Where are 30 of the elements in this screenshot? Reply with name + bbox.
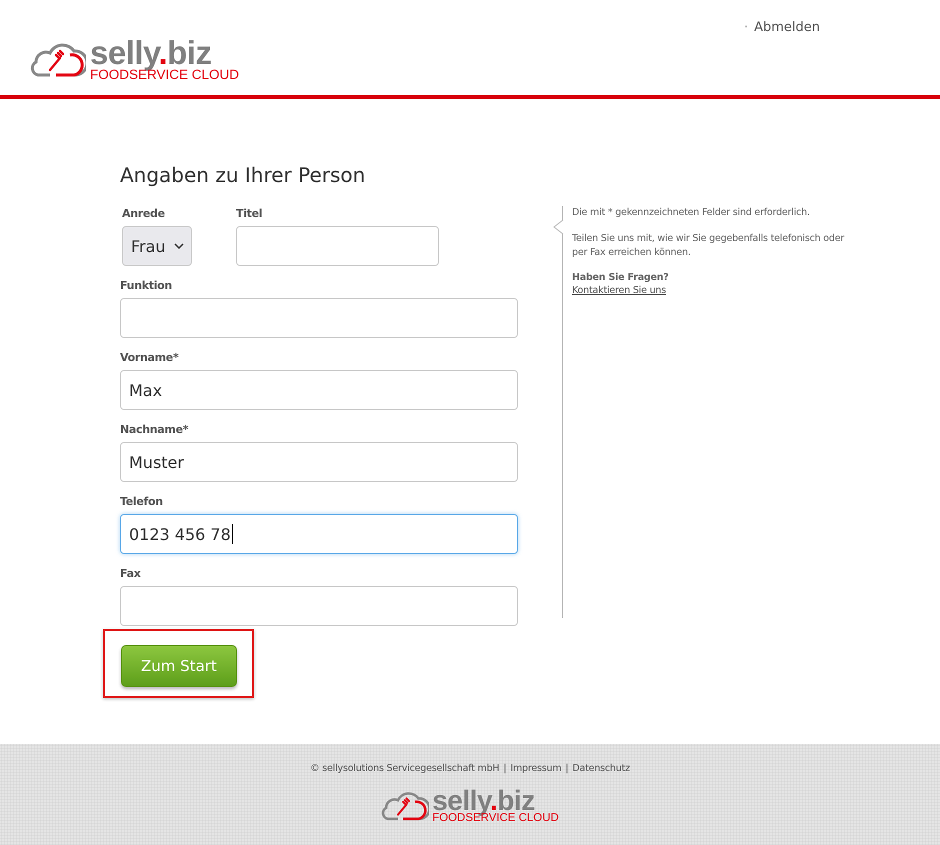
caret-icon bbox=[174, 243, 184, 249]
logo-wordmark: selly.biz bbox=[432, 788, 535, 814]
input-field[interactable] bbox=[120, 586, 518, 626]
field-label: Nachname* bbox=[120, 423, 190, 436]
salutation-dropdown[interactable]: Frau bbox=[122, 226, 192, 266]
copyright-text: © sellysolutions Servicegesellschaft mbH bbox=[310, 763, 500, 774]
input-field[interactable]: 0123 456 78 bbox=[120, 514, 518, 554]
bullet-icon: · bbox=[744, 20, 748, 95]
field-label: Anrede bbox=[122, 207, 166, 220]
input-field[interactable] bbox=[120, 298, 518, 338]
contact-link[interactable]: Kontaktieren Sie uns bbox=[572, 285, 666, 296]
field-label: Titel bbox=[236, 207, 264, 220]
field-label: Fax bbox=[120, 567, 142, 580]
field-label: Funktion bbox=[120, 279, 173, 292]
footer-link[interactable]: Impressum bbox=[510, 763, 562, 774]
separator: | bbox=[503, 763, 506, 774]
field-label: Vorname* bbox=[120, 351, 180, 364]
question-text: Haben Sie Fragen? bbox=[572, 271, 670, 286]
input-field[interactable]: Max bbox=[120, 370, 518, 410]
footer-link[interactable]: Datenschutz bbox=[572, 763, 630, 774]
separator: | bbox=[565, 763, 568, 774]
logout-link[interactable]: Abmelden bbox=[754, 20, 820, 95]
field-label: Telefon bbox=[120, 495, 164, 508]
form-heading: Angaben zu Ihrer Person bbox=[120, 163, 366, 187]
cloud-fork-icon bbox=[30, 40, 86, 78]
required-note: Die mit * gekennzeichneten Felder sind erforderlich. bbox=[572, 206, 811, 220]
contact-note: Teilen Sie uns mit, wie wir Sie gegebenfalls telefonisch oder per Fax erreichen können. bbox=[572, 232, 846, 260]
input-field[interactable]: Muster bbox=[120, 442, 518, 482]
input-field[interactable] bbox=[236, 226, 439, 266]
cloud-fork-icon bbox=[381, 790, 429, 822]
